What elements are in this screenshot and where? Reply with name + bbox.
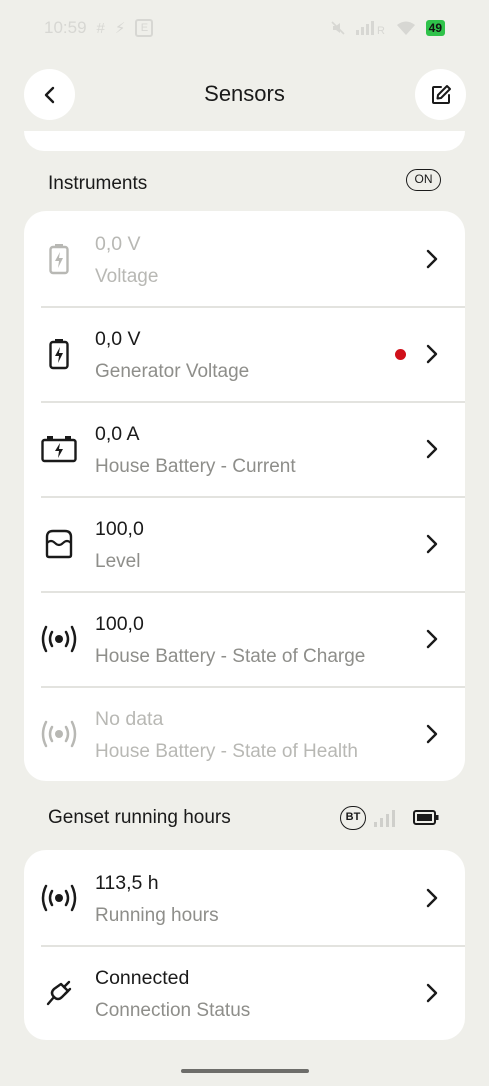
status-bar: 10:59 # ⚡ E R 49	[0, 0, 489, 56]
chevron-right-icon	[426, 983, 438, 1003]
broadcast-icon	[40, 880, 78, 916]
chevron-right-icon	[426, 724, 438, 744]
instruments-heading: Instruments	[48, 173, 148, 194]
genset-card: 113,5 h Running hours Connected Connecti…	[24, 850, 465, 1040]
sensor-value: 100,0	[95, 613, 144, 635]
sensor-value: 100,0	[95, 518, 144, 540]
chevron-right-icon	[426, 439, 438, 459]
sensor-label: Level	[95, 551, 141, 572]
instruments-card: 0,0 V Voltage 0,0 V Generator Voltage 0,…	[24, 211, 465, 781]
sensor-value: 0,0 V	[95, 233, 141, 255]
signal-icon: R	[355, 21, 385, 35]
mute-icon	[331, 21, 345, 35]
top-bar: Sensors	[0, 69, 489, 121]
sensor-row-voltage[interactable]: 0,0 V Voltage	[24, 211, 465, 306]
plug-icon	[40, 975, 78, 1011]
tank-level-icon	[40, 526, 78, 562]
on-status-badge: ON	[406, 169, 441, 191]
chevron-right-icon	[426, 629, 438, 649]
row-text: 0,0 A House Battery - Current	[95, 422, 296, 479]
sensor-label: House Battery - State of Charge	[95, 646, 366, 667]
sensor-value: Connected	[95, 967, 190, 989]
chevron-right-icon	[426, 249, 438, 269]
row-text: 100,0 House Battery - State of Charge	[95, 612, 365, 669]
broadcast-icon	[40, 716, 78, 752]
battery-bolt-icon	[40, 336, 78, 372]
hash-icon: #	[96, 19, 105, 37]
edit-button[interactable]	[415, 69, 466, 120]
svg-text:R: R	[377, 25, 385, 35]
row-text: 113,5 h Running hours	[95, 871, 219, 928]
wifi-icon	[396, 21, 415, 35]
sensor-row-state-of-charge[interactable]: 100,0 House Battery - State of Charge	[24, 591, 465, 686]
sensor-label: Generator Voltage	[95, 361, 250, 382]
row-text: No data House Battery - State of Health	[95, 707, 358, 764]
signal-strength-icon	[374, 810, 395, 827]
sensor-label: Connection Status	[95, 1000, 251, 1021]
row-text: 100,0 Level	[95, 517, 144, 574]
battery-bolt-icon	[40, 241, 78, 277]
chevron-right-icon	[426, 534, 438, 554]
sensor-value: No data	[95, 708, 164, 730]
battery-indicator: 49	[425, 20, 445, 36]
sensor-row-house-battery-current[interactable]: 0,0 A House Battery - Current	[24, 401, 465, 496]
sensor-row-generator-voltage[interactable]: 0,0 V Generator Voltage	[24, 306, 465, 401]
edit-icon	[431, 84, 451, 104]
sensor-label: Voltage	[95, 266, 159, 287]
bluetooth-badge: BT	[340, 806, 366, 830]
sensor-value: 0,0 V	[95, 328, 141, 350]
row-text: 0,0 V Voltage	[95, 232, 158, 289]
sensor-row-level[interactable]: 100,0 Level	[24, 496, 465, 591]
status-right: R 49	[330, 20, 445, 36]
sensor-row-connection-status[interactable]: Connected Connection Status	[24, 945, 465, 1040]
row-text: 0,0 V Generator Voltage	[95, 327, 249, 384]
sensor-label: House Battery - Current	[95, 456, 296, 477]
previous-card	[24, 131, 465, 151]
status-left: 10:59 # ⚡ E	[44, 18, 154, 38]
broadcast-icon	[40, 621, 78, 657]
device-battery-icon	[413, 810, 439, 825]
sensor-label: House Battery - State of Health	[95, 741, 358, 762]
home-indicator[interactable]	[181, 1069, 309, 1073]
bolt-icon: ⚡	[114, 20, 126, 37]
sensor-row-state-of-health[interactable]: No data House Battery - State of Health	[24, 686, 465, 781]
row-text: Connected Connection Status	[95, 966, 250, 1023]
chevron-right-icon	[426, 888, 438, 908]
sensor-value: 113,5 h	[95, 872, 159, 894]
status-time: 10:59	[44, 18, 87, 37]
car-battery-icon	[40, 431, 78, 467]
chevron-right-icon	[426, 344, 438, 364]
alert-dot	[395, 349, 406, 360]
sensor-row-running-hours[interactable]: 113,5 h Running hours	[24, 850, 465, 945]
app-notification-icon: E	[135, 19, 154, 37]
sensor-label: Running hours	[95, 905, 219, 926]
sensor-value: 0,0 A	[95, 423, 140, 445]
